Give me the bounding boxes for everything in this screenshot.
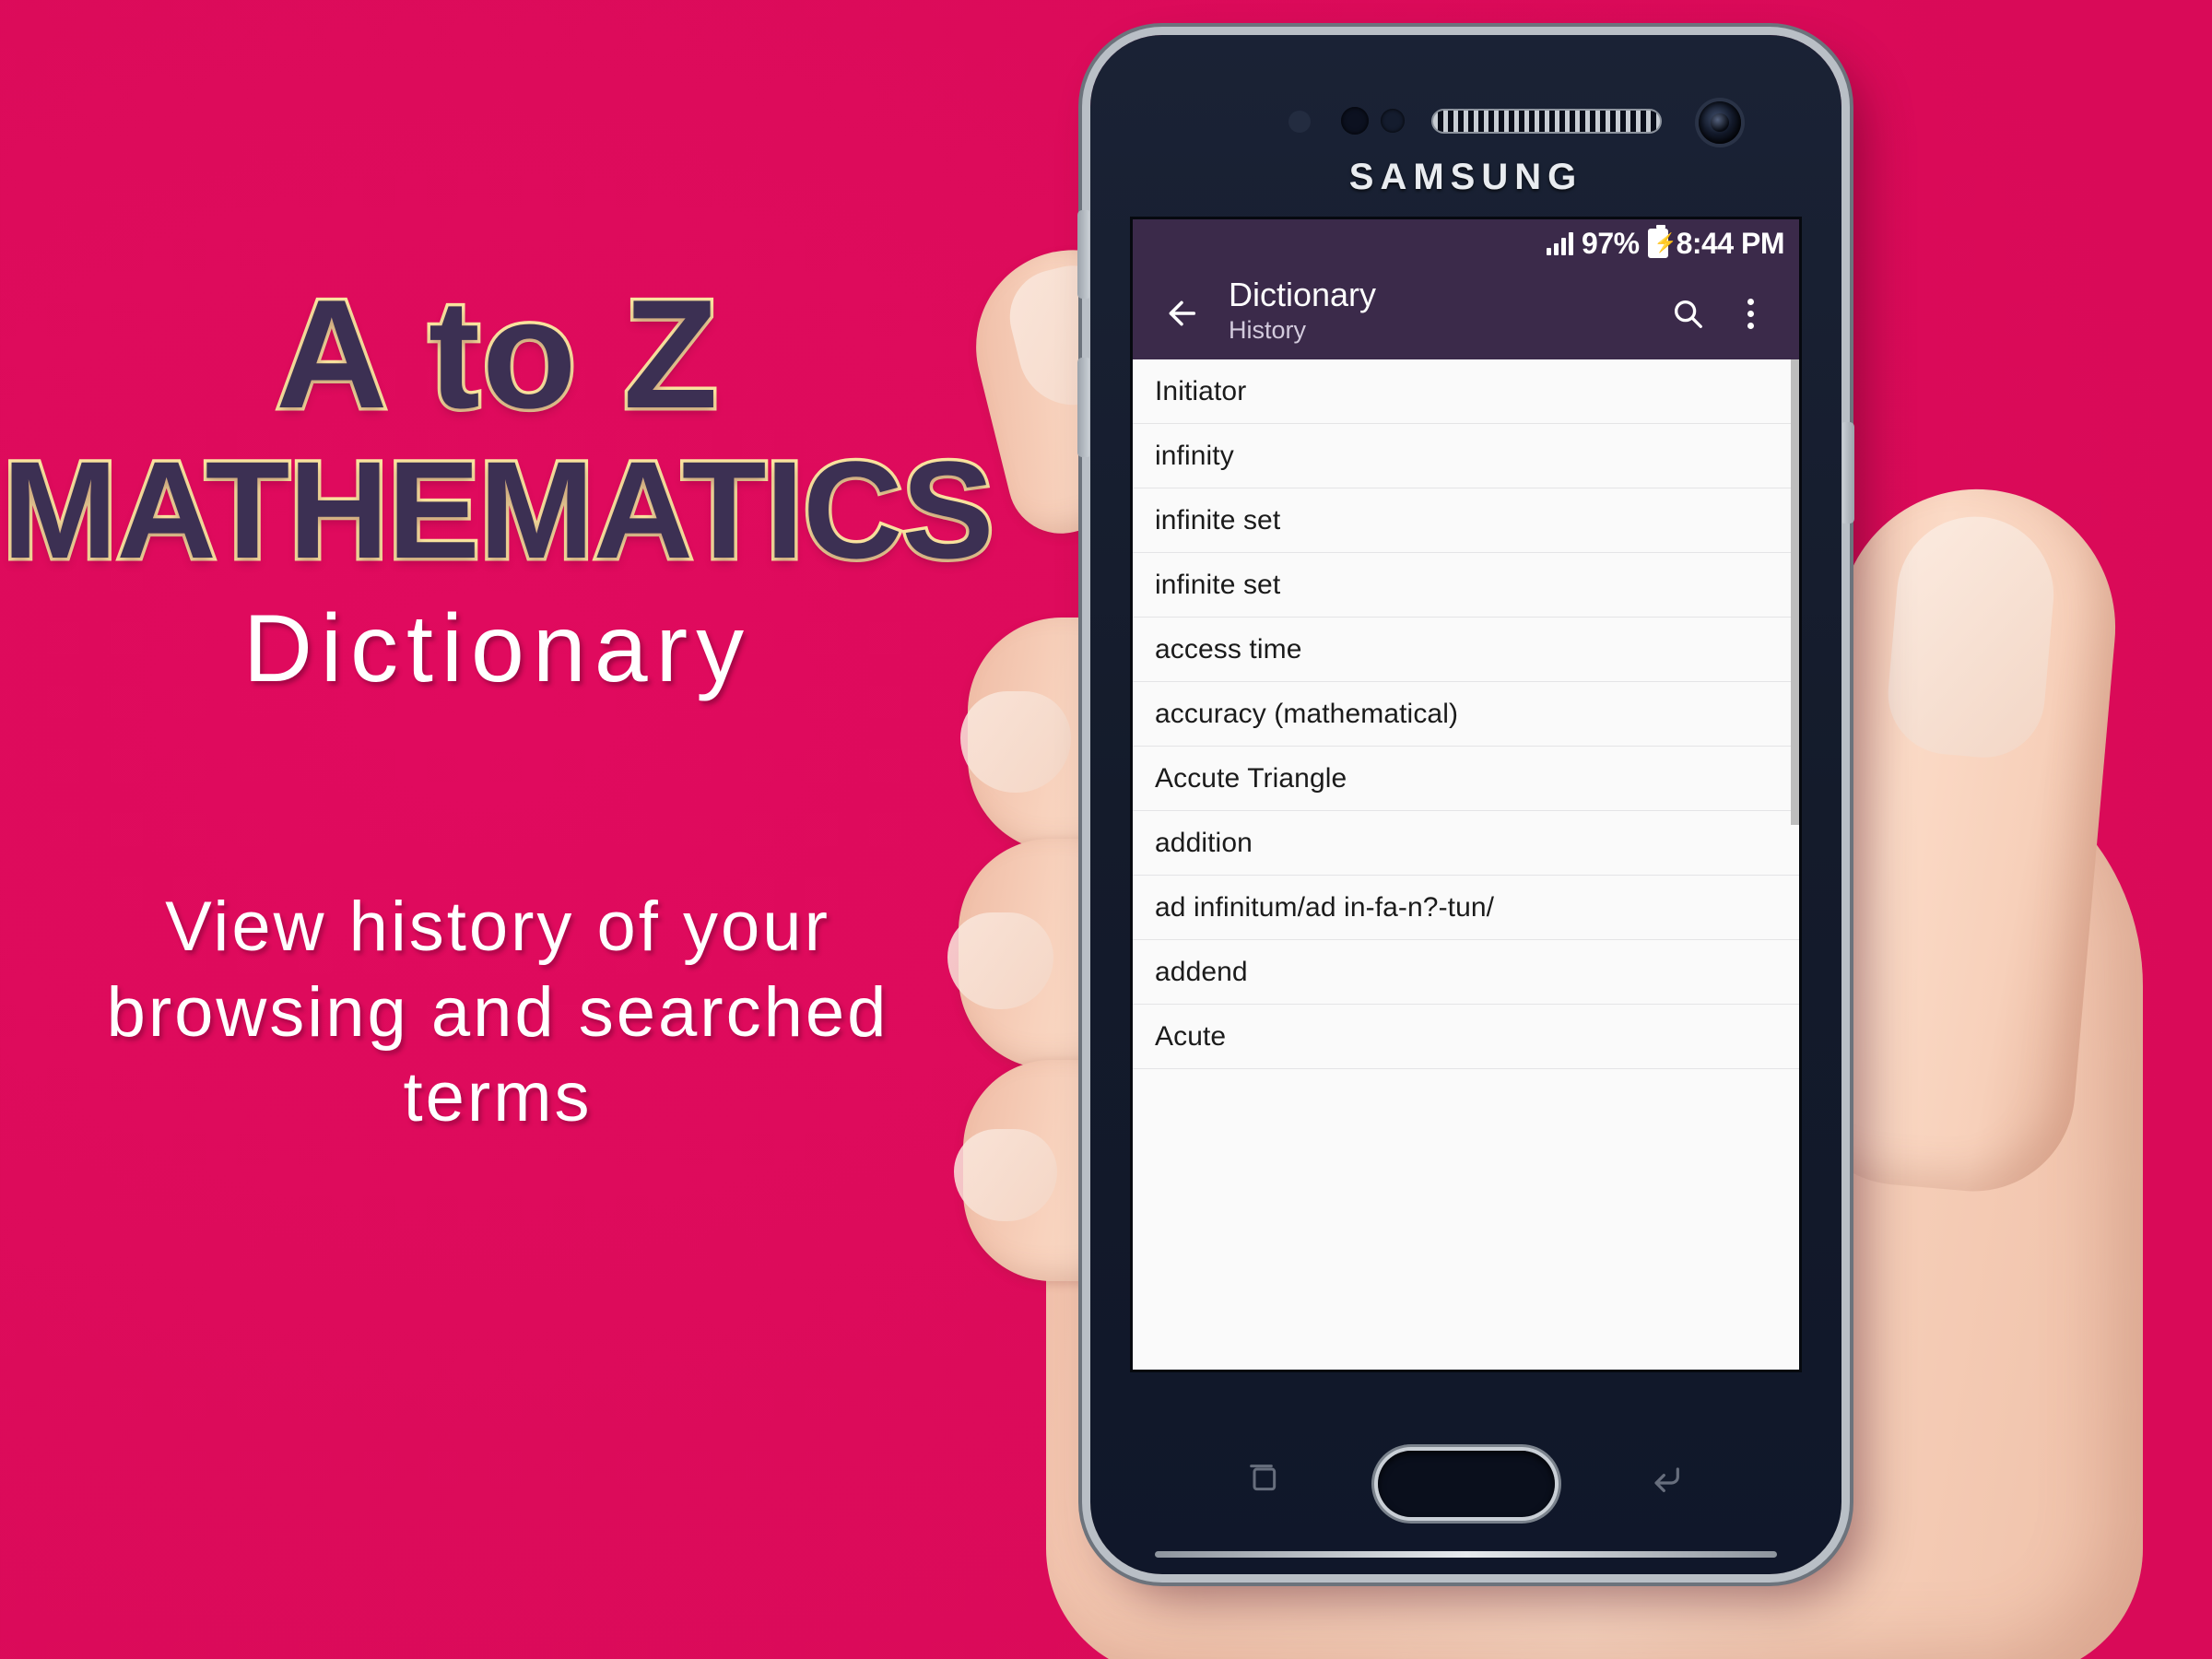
history-list-item[interactable]: infinite set: [1133, 488, 1799, 553]
sensor-cluster: [1090, 98, 1841, 144]
history-item-label: addend: [1155, 956, 1248, 987]
phone-screen: 97% ⚡ 8:44 PM Dictionary History Initiat…: [1133, 219, 1799, 1370]
history-list-item[interactable]: infinite set: [1133, 553, 1799, 618]
iris-sensor-icon: [1381, 109, 1405, 133]
volume-down-button[interactable]: [1077, 358, 1089, 457]
status-bar: 97% ⚡ 8:44 PM: [1133, 219, 1799, 267]
volume-up-button[interactable]: [1077, 210, 1089, 299]
history-list-item[interactable]: addend: [1133, 940, 1799, 1005]
arrow-left-icon: [1169, 300, 1196, 326]
history-item-label: accuracy (mathematical): [1155, 698, 1459, 729]
fingernail: [960, 691, 1071, 793]
page-subtitle: History: [1229, 315, 1307, 344]
history-item-label: addition: [1155, 827, 1253, 858]
proximity-sensor-icon: [1288, 111, 1311, 133]
app-bar-titles: Dictionary History: [1229, 275, 1653, 349]
history-item-label: access time: [1155, 633, 1302, 665]
more-vertical-icon: [1747, 298, 1754, 329]
power-button[interactable]: [1842, 422, 1854, 524]
list-scrollbar[interactable]: [1791, 359, 1799, 825]
app-bar: Dictionary History: [1133, 267, 1799, 359]
history-list-item[interactable]: Accute Triangle: [1133, 747, 1799, 811]
back-nav-button[interactable]: [1644, 1460, 1687, 1497]
history-list-item[interactable]: addition: [1133, 811, 1799, 876]
history-item-label: infinite set: [1155, 504, 1281, 535]
thumbnail: [1883, 510, 2061, 763]
history-list-item[interactable]: ad infinitum/ad in-fa-n?-tun/: [1133, 876, 1799, 940]
front-camera-icon: [1699, 101, 1741, 144]
signal-bars-icon: [1547, 231, 1574, 255]
battery-percent-label: 97%: [1582, 226, 1640, 260]
device-bottom-trim: [1155, 1551, 1777, 1558]
battery-charging-icon: ⚡: [1647, 225, 1677, 258]
promo-subtitle: View history of your browsing and search…: [106, 888, 889, 1137]
history-item-label: Accute Triangle: [1155, 762, 1347, 794]
search-icon: [1674, 300, 1702, 328]
history-list[interactable]: Initiator infinity infinite set infinite se…: [1133, 359, 1799, 1134]
home-button[interactable]: [1377, 1451, 1555, 1517]
page-title: Dictionary: [1229, 275, 1377, 313]
earpiece-speaker-icon: [1431, 109, 1662, 134]
history-item-label: infinity: [1155, 440, 1234, 471]
light-sensor-icon: [1341, 107, 1369, 135]
fingernail: [947, 912, 1053, 1009]
history-list-item-partial: [1133, 1069, 1799, 1134]
history-item-label: infinite set: [1155, 569, 1281, 600]
camera-lens: [1711, 113, 1729, 132]
promo-title-line2: MATHEMATICS: [0, 432, 997, 587]
promo-title-line3: Dictionary: [242, 595, 753, 702]
history-list-item[interactable]: Acute: [1133, 1005, 1799, 1069]
recents-button[interactable]: [1245, 1460, 1282, 1497]
history-item-label: Acute: [1155, 1020, 1227, 1052]
status-clock: 8:44 PM: [1676, 226, 1785, 260]
overflow-menu-button[interactable]: [1722, 285, 1779, 342]
back-button[interactable]: [1153, 285, 1210, 342]
fingernail: [954, 1129, 1057, 1221]
smartphone-device: SAMSUNG 97% ⚡ 8:44 PM Dictionary History: [1077, 35, 1854, 1574]
history-list-item[interactable]: Initiator: [1133, 359, 1799, 424]
promo-title-line1: A to Z: [273, 267, 722, 441]
history-list-item[interactable]: access time: [1133, 618, 1799, 682]
history-list-item[interactable]: infinity: [1133, 424, 1799, 488]
history-item-label: ad infinitum/ad in-fa-n?-tun/: [1155, 891, 1495, 923]
search-button[interactable]: [1659, 285, 1716, 342]
history-list-item[interactable]: accuracy (mathematical): [1133, 682, 1799, 747]
promo-text-block: A to Z MATHEMATICS Dictionary: [0, 267, 997, 702]
device-brand-logo: SAMSUNG: [1348, 157, 1583, 197]
history-item-label: Initiator: [1155, 375, 1247, 406]
